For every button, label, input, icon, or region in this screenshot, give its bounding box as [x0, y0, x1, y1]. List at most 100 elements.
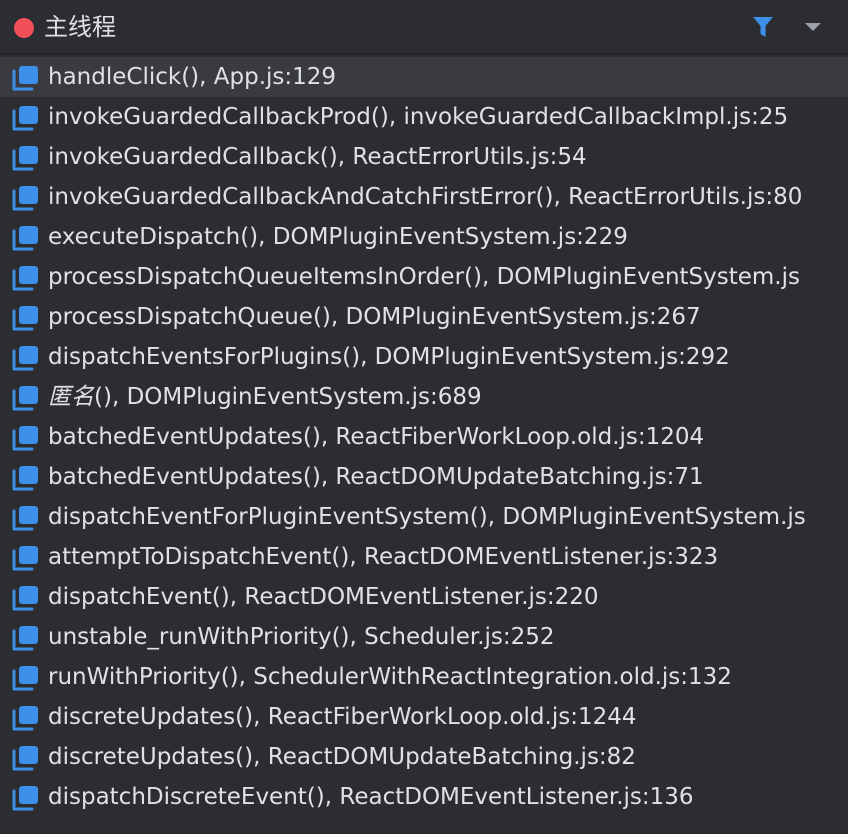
stack-frame-row[interactable]: unstable_runWithPriority(), Scheduler.js…: [0, 617, 848, 657]
stack-frame-text: processDispatchQueueItemsInOrder(), DOMP…: [48, 261, 800, 293]
frame-method-name: attemptToDispatchEvent(): [48, 544, 350, 570]
stack-frame-text: dispatchDiscreteEvent(), ReactDOMEventLi…: [48, 781, 694, 813]
stack-frame-row[interactable]: invokeGuardedCallbackAndCatchFirstError(…: [0, 177, 848, 217]
frame-source-location: (), DOMPluginEventSystem.js:689: [94, 384, 482, 410]
stack-frame-icon: [12, 785, 40, 811]
frame-method-name: unstable_runWithPriority(): [48, 624, 350, 650]
stack-frame-icon: [12, 625, 40, 651]
stack-frame-icon: [12, 65, 40, 91]
frame-method-name: batchedEventUpdates(): [48, 424, 321, 450]
frame-source-location: , ReactFiberWorkLoop.old.js:1244: [253, 704, 637, 730]
stack-frame-icon: [12, 105, 40, 131]
frame-source-location: , ReactDOMUpdateBatching.js:71: [320, 464, 704, 490]
frame-source-location: , DOMPluginEventSystem.js:229: [258, 224, 628, 250]
stack-frame-row[interactable]: executeDispatch(), DOMPluginEventSystem.…: [0, 217, 848, 257]
frame-source-location: , ReactDOMEventListener.js:220: [229, 584, 599, 610]
frame-source-location: , SchedulerWithReactIntegration.old.js:1…: [238, 664, 732, 690]
stack-frame-text: invokeGuardedCallbackProd(), invokeGuard…: [48, 101, 788, 133]
stack-frame-icon: [12, 385, 40, 411]
stack-frame-icon: [12, 705, 40, 731]
stack-frame-text: dispatchEventsForPlugins(), DOMPluginEve…: [48, 341, 730, 373]
stack-frame-icon: [12, 465, 40, 491]
stack-frame-row[interactable]: dispatchEventsForPlugins(), DOMPluginEve…: [0, 337, 848, 377]
frame-source-location: , ReactDOMUpdateBatching.js:82: [253, 744, 636, 770]
frame-method-name: dispatchEventsForPlugins(): [48, 344, 361, 370]
stack-frame-row[interactable]: dispatchDiscreteEvent(), ReactDOMEventLi…: [0, 777, 848, 817]
stack-frame-row[interactable]: 匿名(), DOMPluginEventSystem.js:689: [0, 377, 848, 417]
frame-method-name: handleClick(): [48, 64, 200, 90]
stack-frame-text: discreteUpdates(), ReactFiberWorkLoop.ol…: [48, 701, 637, 733]
stack-frame-text: discreteUpdates(), ReactDOMUpdateBatchin…: [48, 741, 636, 773]
frame-method-name: invokeGuardedCallbackProd(): [48, 104, 389, 130]
stack-frame-text: invokeGuardedCallback(), ReactErrorUtils…: [48, 141, 587, 173]
stack-frame-icon: [12, 185, 40, 211]
thread-status-dot: [14, 18, 34, 38]
chevron-down-icon: [805, 23, 821, 31]
frame-method-name: discreteUpdates(): [48, 704, 254, 730]
frame-source-location: , DOMPluginEventSystem.js:267: [330, 304, 701, 330]
stack-frame-text: runWithPriority(), SchedulerWithReactInt…: [48, 661, 732, 693]
frame-method-name: batchedEventUpdates(): [48, 464, 321, 490]
frame-method-name: runWithPriority(): [48, 664, 239, 690]
frame-method-name: processDispatchQueue(): [48, 304, 331, 330]
stack-frame-row[interactable]: batchedEventUpdates(), ReactDOMUpdateBat…: [0, 457, 848, 497]
frame-source-location: , Scheduler.js:252: [349, 624, 555, 650]
thread-title: 主线程: [44, 13, 116, 41]
stack-frame-row[interactable]: discreteUpdates(), ReactDOMUpdateBatchin…: [0, 737, 848, 777]
stack-frame-text: dispatchEvent(), ReactDOMEventListener.j…: [48, 581, 599, 613]
stack-frame-icon: [12, 505, 40, 531]
stack-frame-icon: [12, 665, 40, 691]
stack-frame-icon: [12, 585, 40, 611]
stack-frame-icon: [12, 145, 40, 171]
frame-method-name: dispatchEventForPluginEventSystem(): [48, 504, 488, 530]
thread-dropdown-button[interactable]: [798, 12, 828, 42]
stack-frame-row[interactable]: handleClick(), App.js:129: [0, 57, 848, 97]
stack-frame-row[interactable]: batchedEventUpdates(), ReactFiberWorkLoo…: [0, 417, 848, 457]
frame-source-location: , ReactErrorUtils.js:54: [337, 144, 587, 170]
stack-frame-icon: [12, 265, 40, 291]
filter-button[interactable]: [748, 12, 778, 42]
frame-source-location: , App.js:129: [199, 64, 337, 90]
frame-method-name: processDispatchQueueItemsInOrder(): [48, 264, 482, 290]
stack-frame-row[interactable]: processDispatchQueueItemsInOrder(), DOMP…: [0, 257, 848, 297]
call-stack-list: handleClick(), App.js:129 invokeGuardedCa…: [0, 57, 848, 817]
frame-method-name: 匿名: [48, 384, 94, 410]
frame-method-name: executeDispatch(): [48, 224, 259, 250]
frame-source-location: , ReactDOMEventListener.js:323: [349, 544, 719, 570]
stack-frame-icon: [12, 745, 40, 771]
frame-source-location: , ReactErrorUtils.js:80: [553, 184, 803, 210]
stack-frame-text: executeDispatch(), DOMPluginEventSystem.…: [48, 221, 628, 253]
filter-icon: [753, 17, 773, 37]
frame-source-location: , invokeGuardedCallbackImpl.js:25: [388, 104, 789, 130]
frame-method-name: dispatchDiscreteEvent(): [48, 784, 325, 810]
stack-frame-row[interactable]: dispatchEventForPluginEventSystem(), DOM…: [0, 497, 848, 537]
frame-source-location: , DOMPluginEventSystem.js: [481, 264, 800, 290]
stack-frame-text: unstable_runWithPriority(), Scheduler.js…: [48, 621, 555, 653]
stack-frame-row[interactable]: dispatchEvent(), ReactDOMEventListener.j…: [0, 577, 848, 617]
stack-frame-text: dispatchEventForPluginEventSystem(), DOM…: [48, 501, 806, 533]
stack-frame-icon: [12, 305, 40, 331]
stack-frame-row[interactable]: attemptToDispatchEvent(), ReactDOMEventL…: [0, 537, 848, 577]
stack-frame-text: processDispatchQueue(), DOMPluginEventSy…: [48, 301, 701, 333]
stack-frame-icon: [12, 345, 40, 371]
thread-header: 主线程: [0, 0, 848, 54]
frame-source-location: , DOMPluginEventSystem.js: [487, 504, 806, 530]
frame-source-location: , ReactDOMEventListener.js:136: [324, 784, 694, 810]
stack-frame-text: handleClick(), App.js:129: [48, 61, 336, 93]
stack-frame-row[interactable]: discreteUpdates(), ReactFiberWorkLoop.ol…: [0, 697, 848, 737]
frame-method-name: dispatchEvent(): [48, 584, 230, 610]
frame-source-location: , ReactFiberWorkLoop.old.js:1204: [320, 424, 705, 450]
frame-source-location: , DOMPluginEventSystem.js:292: [360, 344, 730, 370]
stack-frame-text: attemptToDispatchEvent(), ReactDOMEventL…: [48, 541, 718, 573]
stack-frame-row[interactable]: processDispatchQueue(), DOMPluginEventSy…: [0, 297, 848, 337]
frame-method-name: invokeGuardedCallback(): [48, 144, 338, 170]
stack-frame-text: invokeGuardedCallbackAndCatchFirstError(…: [48, 181, 802, 213]
stack-frame-row[interactable]: invokeGuardedCallback(), ReactErrorUtils…: [0, 137, 848, 177]
stack-frame-icon: [12, 225, 40, 251]
stack-frame-row[interactable]: invokeGuardedCallbackProd(), invokeGuard…: [0, 97, 848, 137]
frame-method-name: invokeGuardedCallbackAndCatchFirstError(…: [48, 184, 554, 210]
stack-frame-icon: [12, 425, 40, 451]
stack-frame-text: batchedEventUpdates(), ReactDOMUpdateBat…: [48, 461, 704, 493]
stack-frame-text: batchedEventUpdates(), ReactFiberWorkLoo…: [48, 421, 704, 453]
stack-frame-row[interactable]: runWithPriority(), SchedulerWithReactInt…: [0, 657, 848, 697]
